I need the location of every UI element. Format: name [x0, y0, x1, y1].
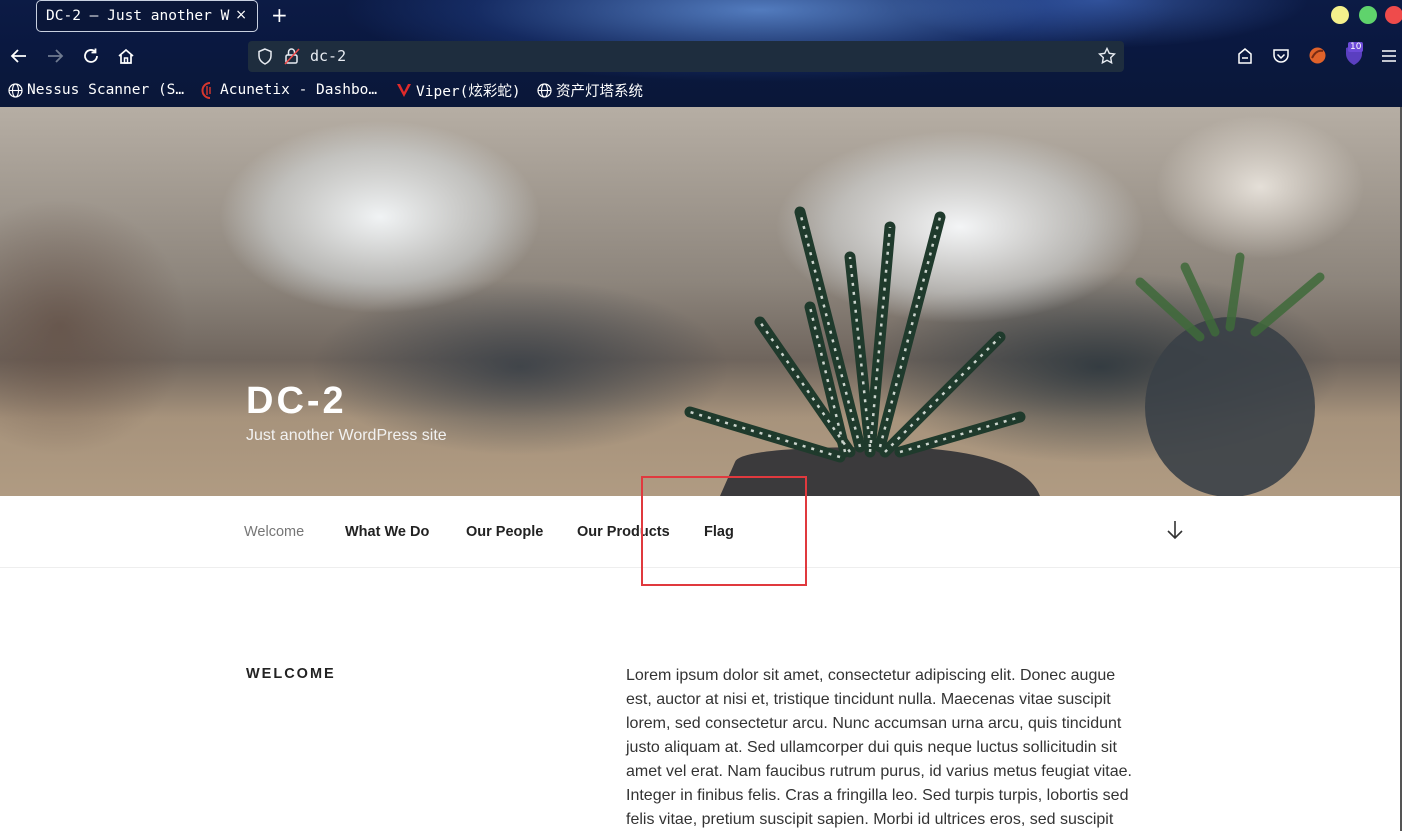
text-line: lorem, sed consectetur arcu. Nunc accums… — [626, 715, 1122, 732]
address-bar[interactable]: dc-2 — [248, 41, 1124, 72]
browser-tab[interactable]: DC-2 — Just another W × — [36, 0, 258, 32]
forward-button[interactable] — [45, 46, 65, 66]
tab-close-button[interactable]: × — [235, 7, 247, 23]
extension-badge-button[interactable]: 10 — [1344, 42, 1366, 66]
bookmark-label: 资产灯塔系统 — [556, 83, 643, 100]
text-line: est, auctor at nisi et, tristique tincid… — [626, 691, 1111, 708]
header-image — [0, 107, 1402, 496]
browser-chrome: DC-2 — Just another W × + dc-2 10 Nessus… — [0, 0, 1402, 107]
text-line: amet vel erat. Nam faucibus rutrum purus… — [626, 763, 1132, 780]
insecure-lock-icon — [284, 48, 300, 65]
acunetix-icon — [201, 81, 216, 99]
minimize-button[interactable] — [1331, 6, 1349, 24]
globe-icon — [8, 82, 23, 98]
bookmark-label: Acunetix - Dashbo… — [220, 82, 378, 98]
menu-item-our-people[interactable]: Our People — [466, 524, 543, 540]
text-line: Lorem ipsum dolor sit amet, consectetur … — [626, 667, 1116, 684]
new-tab-button[interactable]: + — [271, 3, 288, 27]
globe-icon — [537, 82, 552, 98]
text-line: felis vitae, pretium suscipit sapien. Mo… — [626, 811, 1114, 828]
pocket-icon[interactable] — [1272, 47, 1290, 65]
welcome-body-text: Lorem ipsum dolor sit amet, consectetur … — [626, 664, 1156, 832]
hamburger-menu-icon[interactable] — [1381, 48, 1397, 64]
forward-arrow-icon — [48, 49, 64, 63]
extension-badge-count: 10 — [1348, 42, 1364, 52]
home-icon — [118, 48, 134, 64]
bookmark-nessus[interactable]: Nessus Scanner (S… — [8, 80, 184, 100]
back-arrow-icon — [10, 49, 26, 63]
menu-item-welcome[interactable]: Welcome — [244, 524, 304, 540]
annotation-highlight-box — [641, 476, 807, 586]
text-line: justo aliquam at. Sed ullamcorper dui qu… — [626, 739, 1117, 756]
close-window-button[interactable] — [1385, 6, 1402, 24]
bookmark-acunetix[interactable]: Acunetix - Dashbo… — [201, 80, 377, 100]
succulent-plant-image — [684, 206, 1325, 496]
menu-item-what-we-do[interactable]: What We Do — [345, 524, 429, 540]
tab-title: DC-2 — Just another W — [46, 8, 230, 24]
reload-icon — [84, 48, 98, 63]
section-heading: WELCOME — [246, 666, 336, 682]
bookmark-label: Viper(炫彩蛇) — [416, 83, 521, 100]
site-description: Just another WordPress site — [246, 427, 447, 444]
bookmark-star-icon[interactable] — [1098, 47, 1116, 65]
home-button[interactable] — [116, 46, 136, 66]
back-button[interactable] — [9, 46, 29, 66]
bookmark-viper[interactable]: Viper(炫彩蛇) — [396, 80, 521, 100]
scroll-down-arrow-icon[interactable] — [1166, 520, 1184, 540]
maximize-button[interactable] — [1359, 6, 1377, 24]
text-line: Integer in finibus felis. Cras a fringil… — [626, 787, 1129, 804]
extension-orange-icon[interactable] — [1308, 46, 1327, 65]
bookmark-asset-lighthouse[interactable]: 资产灯塔系统 — [537, 80, 643, 100]
save-to-pocket-list-icon[interactable] — [1236, 47, 1254, 65]
reload-button[interactable] — [81, 46, 101, 66]
site-title[interactable]: DC-2 — [246, 380, 347, 423]
viper-icon — [396, 82, 412, 98]
url-text: dc-2 — [310, 47, 347, 65]
shield-icon — [258, 48, 272, 65]
bookmark-label: Nessus Scanner (S… — [27, 82, 185, 98]
